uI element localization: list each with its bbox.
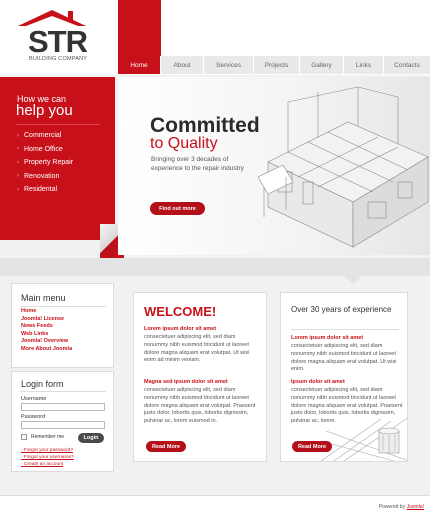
chevron-right-icon: › [17, 146, 19, 153]
services-item-label: Property Repair [24, 159, 74, 167]
experience-read-more-button[interactable]: Read More [292, 441, 332, 452]
services-item-label: Home Office [24, 145, 63, 153]
main-menu-item-news-feeds[interactable]: News Feeds [21, 323, 72, 331]
login-button[interactable]: Login [78, 433, 104, 443]
separator-strip [0, 258, 430, 276]
hero-banner: Committed to Quality Bringing over 3 dec… [118, 77, 430, 255]
services-item-commercial[interactable]: › Commercial [17, 129, 73, 143]
nav-item-home[interactable]: Home [118, 56, 161, 74]
chevron-right-icon: › [17, 173, 19, 180]
powered-by: Powered by Joomla! [379, 504, 424, 510]
chevron-right-icon: › [17, 159, 19, 166]
password-label: Password [21, 414, 46, 420]
welcome-title: WELCOME! [144, 304, 217, 319]
username-input[interactable] [21, 403, 105, 411]
services-item-label: Residental [24, 186, 58, 194]
logo-text: STR [28, 24, 88, 59]
services-item-home-office[interactable]: › Home Office [17, 143, 73, 157]
nav-item-about[interactable]: About [161, 56, 204, 74]
house-sketch-icon [258, 86, 429, 248]
find-out-more-button[interactable]: Find out more [150, 202, 205, 215]
welcome-text-1: consectetuer adipiscing elit, sed diam n… [144, 334, 250, 364]
experience-heading-2: Ipsum dolor sit amet [291, 379, 345, 385]
main-menu-title: Main menu [21, 293, 66, 303]
remember-me-checkbox[interactable] [21, 434, 27, 440]
welcome-box: WELCOME! Lorem ipsum dolor sit amet cons… [133, 292, 267, 462]
login-title: Login form [21, 379, 64, 389]
nav-item-services[interactable]: Services [204, 56, 254, 74]
password-input[interactable] [21, 421, 105, 429]
experience-text-1: consectetuer adipiscing elit, sed diam n… [291, 343, 397, 373]
welcome-read-more-button[interactable]: Read More [146, 441, 186, 452]
welcome-text-2: consectetuer adipiscing elit, sed diam n… [144, 387, 256, 425]
divider [16, 124, 100, 125]
main-menu-item-more-about[interactable]: More About Joomla [21, 346, 72, 354]
login-form: Login form Username Password Remember me… [11, 371, 114, 472]
services-item-property-repair[interactable]: › Property Repair [17, 156, 73, 170]
header-accent-block [118, 0, 161, 56]
services-banner: How we can help you › Commercial › Home Of… [0, 77, 115, 240]
nav-item-links[interactable]: Links [344, 56, 384, 74]
create-account-link[interactable]: - Create an account [21, 462, 63, 467]
services-item-label: Commercial [24, 132, 62, 140]
main-menu-box: Main menu Home Joomla! License News Feed… [11, 283, 114, 368]
services-item-label: Renovation [24, 172, 60, 180]
logo-chimney [68, 11, 73, 20]
chevron-right-icon: › [17, 132, 19, 139]
logo-tagline: BUILDING COMPANY [29, 56, 88, 62]
main-menu-list: Home Joomla! License News Feeds Web Link… [21, 308, 72, 353]
services-title: help you [16, 102, 73, 119]
welcome-heading-1: Lorem ipsum dolor sit amet [144, 326, 217, 332]
forgot-username-link[interactable]: - Forgot your username? [21, 455, 74, 460]
divider [20, 391, 106, 392]
services-item-residental[interactable]: › Residental [17, 183, 73, 197]
main-menu-item-overview[interactable]: Joomla! Overview [21, 338, 72, 346]
nav-item-contacts[interactable]: Contacts [384, 56, 430, 74]
experience-text-2: consectetuer adipiscing elit, sed diam n… [291, 387, 403, 425]
forgot-password-label: Forgot your password? [23, 448, 73, 453]
main-navigation: Home About Services Projects Gallery Lin… [118, 56, 430, 74]
main-menu-item-license[interactable]: Joomla! License [21, 316, 72, 324]
services-list: › Commercial › Home Office › Property Repai… [17, 129, 73, 197]
experience-box: Over 30 years of experience Lorem ipsum … [280, 292, 408, 462]
main-menu-item-web-links[interactable]: Web Links [21, 331, 72, 339]
experience-title: Over 30 years of experience [291, 305, 392, 314]
footer: Powered by Joomla! [0, 496, 430, 519]
username-label: Username [21, 396, 47, 402]
divider [291, 329, 399, 330]
experience-heading-1: Lorem ipsum dolor sit amet [291, 335, 364, 341]
divider [20, 306, 106, 307]
joomla-link[interactable]: Joomla! [406, 504, 424, 510]
welcome-heading-2: Magna sed ipsum dolor sit amet [144, 379, 228, 385]
logo[interactable]: STR BUILDING COMPANY [16, 10, 88, 66]
chevron-right-icon: › [17, 186, 19, 193]
forgot-username-label: Forgot your username? [23, 455, 74, 460]
nav-item-projects[interactable]: Projects [254, 56, 300, 74]
create-account-label: Create an account [23, 462, 64, 467]
services-item-renovation[interactable]: › Renovation [17, 170, 73, 184]
powered-by-label: Powered by [378, 504, 406, 510]
forgot-password-link[interactable]: - Forgot your password? [21, 448, 73, 453]
separator-arrow [342, 274, 364, 284]
remember-me-label: Remember me [31, 434, 65, 440]
main-menu-item-home[interactable]: Home [21, 308, 72, 316]
hero-text: Bringing over 3 decades of experience to… [151, 156, 244, 172]
hero-subheadline: to Quality [150, 135, 218, 152]
nav-item-gallery[interactable]: Gallery [300, 56, 344, 74]
